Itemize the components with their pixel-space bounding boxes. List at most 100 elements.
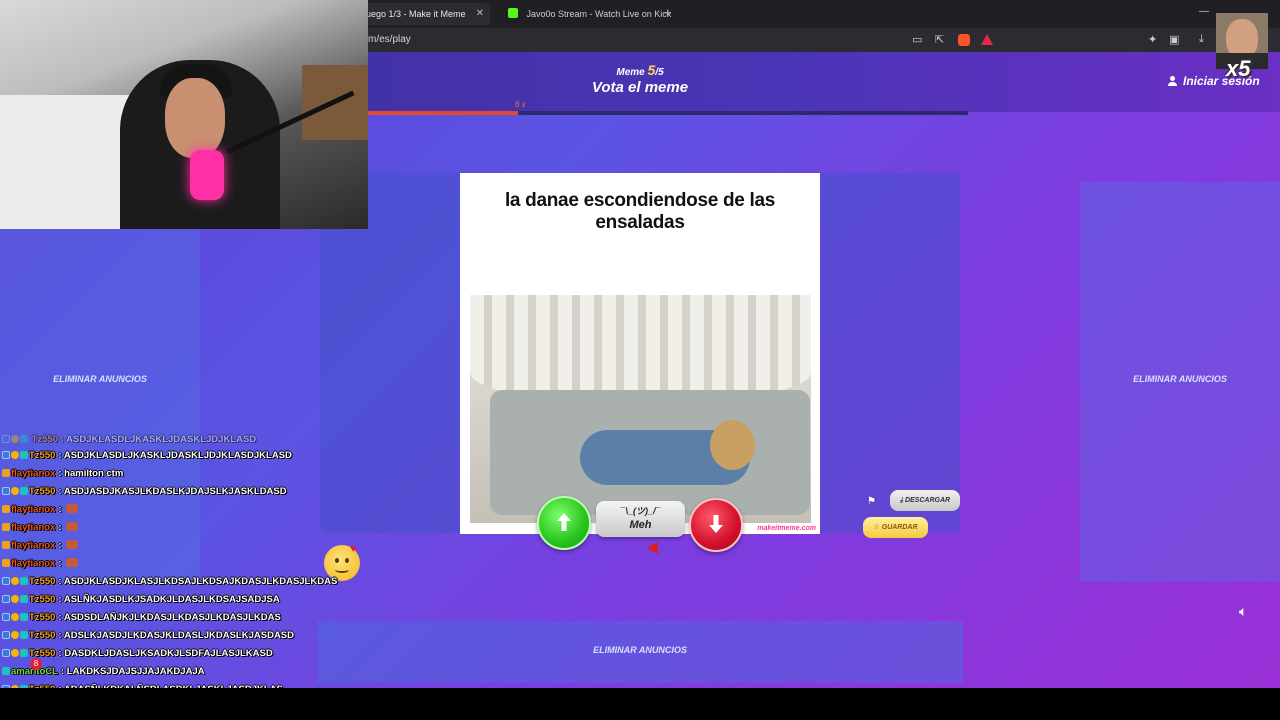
kick-icon	[508, 8, 518, 18]
chat-message: flaytianox:	[2, 522, 78, 540]
gold-badge-icon	[11, 595, 19, 603]
timer-fill	[368, 111, 518, 115]
meme-counter-total: /5	[655, 67, 664, 78]
chat-message: Tz550: ASDJKLASDJKLASJLKDSAJLKDSAJKDASJL…	[2, 576, 337, 594]
chat-text: : DASDKLJDASLJKSADKJLSDFAJLASJLKASD	[58, 648, 273, 659]
bed	[0, 95, 140, 229]
chat-username[interactable]: Tz550	[29, 648, 55, 659]
chat-text: : ASDJKLASDJKLASJLKDSAJLKDSAJKDASJLKDASJ…	[58, 576, 338, 587]
shower-curtain	[470, 295, 811, 405]
chat-badges	[2, 613, 29, 624]
chat-message: Tz550: ASDJASDJKASJLKDASLKJDAJSLKJASKLDA…	[2, 486, 287, 504]
crown-badge-icon	[2, 541, 10, 549]
gold-badge-icon	[11, 649, 19, 657]
upvote-button[interactable]	[537, 496, 591, 550]
microphone	[190, 150, 224, 200]
chat-badges	[2, 577, 29, 588]
gold-badge-icon	[11, 487, 19, 495]
chat-badges	[2, 505, 11, 516]
teal-badge-icon	[20, 451, 28, 459]
chat-username[interactable]: Tz550	[29, 630, 55, 641]
chat-message: Tz550: DASDKLJDASLJKSADKJLSDFAJLASJLKASD	[2, 648, 273, 666]
blue-badge-icon	[2, 613, 10, 621]
chat-text: : ASDJKLASDLJKASKLJDASKLJDJKLASDJKLASD	[58, 450, 292, 461]
chat-badges	[2, 631, 29, 642]
chat-username[interactable]: Tz550	[29, 486, 55, 497]
blue-badge-icon	[2, 631, 10, 639]
save-button[interactable]: ☆ GUARDAR	[863, 517, 928, 538]
timer-label: 6 s	[515, 100, 526, 109]
chat-badges	[2, 667, 11, 678]
chat-message: Tz550: ASDSDLAÑJKJLKDASJLKDASJLKDASJLKDA…	[2, 612, 281, 630]
chat-message: flaytianox: hamilton ctm	[2, 468, 123, 486]
emoji-eye	[345, 558, 349, 563]
chat-badges	[2, 559, 11, 570]
download-icon[interactable]: ⤓	[1199, 33, 1204, 46]
report-flag-icon[interactable]: ⚑	[867, 496, 876, 507]
cast-icon[interactable]: ▭	[912, 33, 922, 46]
teal-badge-icon	[20, 631, 28, 639]
chat-emote-icon	[65, 522, 78, 531]
chat-username[interactable]: flaytianox	[11, 522, 55, 533]
multiplier-badge: x5	[1226, 56, 1251, 81]
share-icon[interactable]: ⇱	[935, 33, 944, 46]
user-icon	[1168, 76, 1177, 86]
meh-label: Meh	[629, 519, 652, 531]
chat-text: : ADSLKJASDJLKDASJKLDASLJKDASLKJASDASD	[58, 630, 294, 641]
streamer-face	[165, 78, 225, 158]
ad-right[interactable]: ELIMINAR ANUNCIOS	[1080, 182, 1280, 582]
brave-shield-icon[interactable]	[958, 34, 970, 46]
sound-icon[interactable]: 🔈︎	[1239, 603, 1247, 620]
gold-badge-icon	[11, 577, 19, 585]
chat-message: Tz550: ASLÑKJASDLKJSADKJLDASJLKDSAJSADJS…	[2, 594, 280, 612]
tab-make-it-meme[interactable]: uego 1/3 - Make it Meme ✕	[356, 3, 490, 25]
chat-text: : hamilton ctm	[58, 468, 124, 479]
minimize-icon[interactable]: —	[1199, 6, 1209, 17]
arrow-up-icon	[557, 513, 571, 531]
tab-kick-stream[interactable]: Javo0o Stream - Watch Live on Kick	[498, 3, 671, 25]
sidebar-icon[interactable]: ▣	[1169, 33, 1179, 46]
tab-label: uego 1/3 - Make it Meme	[366, 9, 466, 19]
chat-username[interactable]: flaytianox	[11, 468, 55, 479]
meme-card: la danae escondiendose de las ensaladas …	[460, 173, 820, 534]
blue-badge-icon	[2, 595, 10, 603]
chat-badges	[2, 523, 11, 534]
notification-badge: 8	[30, 658, 42, 670]
person-hair	[710, 420, 755, 470]
crown-badge-icon	[2, 505, 10, 513]
chat-username[interactable]: Tz550	[29, 450, 55, 461]
chat-text: : ASLÑKJASDLKJSADKJLDASJLKDSAJSADJSA	[58, 594, 280, 605]
download-button[interactable]: ⤓ DESCARGAR	[890, 490, 960, 511]
extensions-icon[interactable]: ✦	[1148, 33, 1157, 46]
close-tab-icon[interactable]: ✕	[476, 3, 484, 25]
chat-username[interactable]: Tz550	[29, 612, 55, 623]
remove-ads-link[interactable]: ELIMINAR ANUNCIOS	[1080, 374, 1280, 384]
blue-badge-icon	[2, 451, 10, 459]
new-tab-button[interactable]: +	[664, 5, 672, 20]
chat-message: Tz550: ADSLKJASDJLKDASJKLDASLJKDASLKJASD…	[2, 630, 294, 648]
watermark: makeitmeme.com	[757, 525, 816, 532]
url-field[interactable]: m/es/play	[368, 34, 411, 45]
remove-ads-link[interactable]: ELIMINAR ANUNCIOS	[0, 374, 200, 384]
crown-badge-icon	[2, 469, 10, 477]
remove-ads-link[interactable]: ELIMINAR ANUNCIOS	[317, 645, 963, 655]
chat-username[interactable]: Tz550	[29, 594, 55, 605]
chat-username[interactable]: flaytianox	[11, 558, 55, 569]
brave-rewards-icon[interactable]	[981, 34, 993, 45]
meh-button[interactable]: ¯\_(ツ)_/¯ Meh	[596, 501, 685, 537]
downvote-button[interactable]	[689, 498, 743, 552]
teal-badge-icon	[20, 595, 28, 603]
chat-badges	[2, 451, 29, 462]
emoji-eye	[335, 558, 339, 563]
heart-icon: ♥	[350, 543, 357, 555]
chat-username[interactable]: flaytianox	[11, 504, 55, 515]
gold-badge-icon	[11, 451, 19, 459]
chat-username[interactable]: Tz550	[29, 576, 55, 587]
tab-label: Javo0o Stream - Watch Live on Kick	[526, 9, 672, 19]
chat-message: Tz550: ASDJKLASDLJKASKLJDASKLJDJKLASDJKL…	[2, 450, 292, 468]
chat-text: : LAKDKSJDAJSJJAJAKDJAJA	[60, 666, 205, 677]
teal-badge-icon	[20, 487, 28, 495]
chat-badges	[2, 541, 11, 552]
chat-username[interactable]: flaytianox	[11, 540, 55, 551]
ad-bottom[interactable]: ELIMINAR ANUNCIOS	[317, 621, 963, 683]
